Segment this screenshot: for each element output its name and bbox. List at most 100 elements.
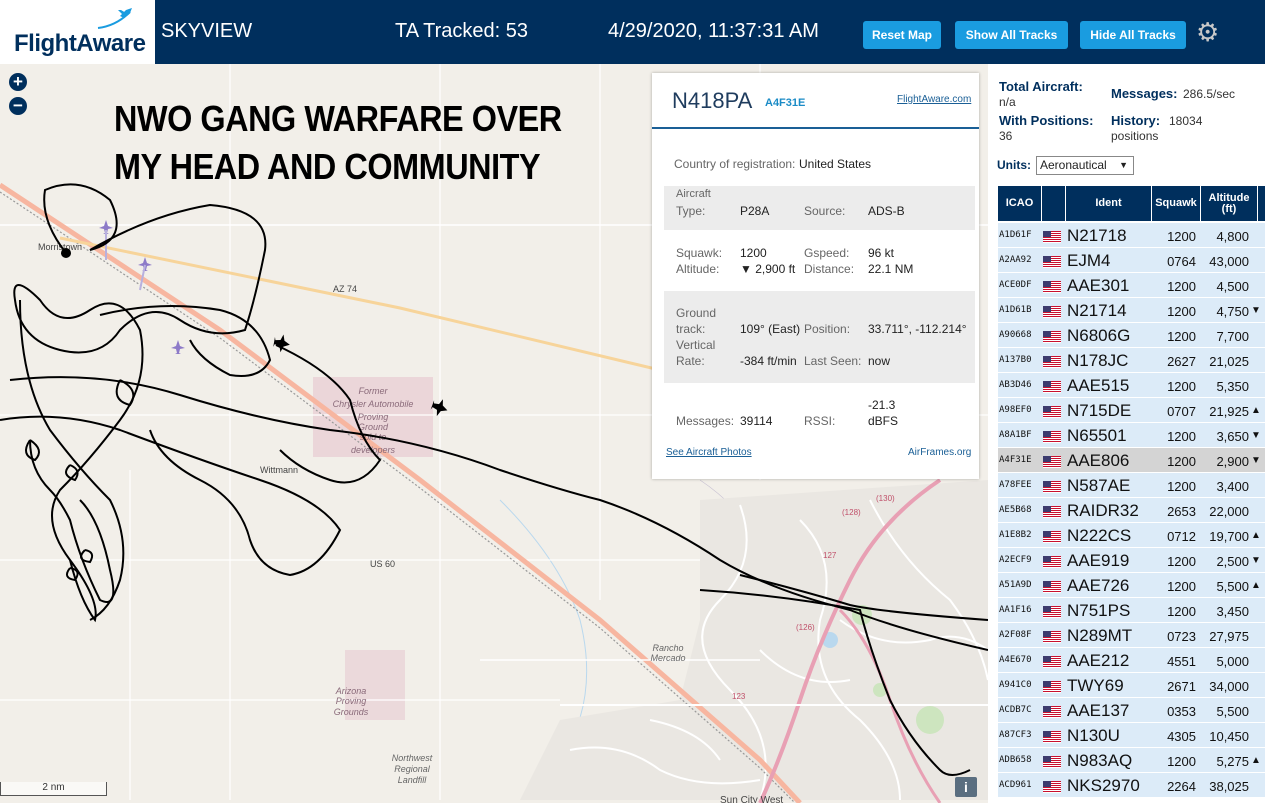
row-icao: ACD961 [999,780,1032,790]
airframes-link[interactable]: AirFrames.org [908,447,971,458]
svg-text:Former: Former [359,386,389,396]
row-icao: A8A1BF [999,430,1032,440]
row-squawk: 4551 [1167,654,1196,669]
history-label: History: [1111,113,1161,128]
col-icao[interactable]: ICAO [998,186,1042,221]
altitude-trend-icon: ▼ [1251,305,1261,316]
table-row[interactable]: ACD961 NKS2970 2264 38,025 [998,773,1265,798]
position-value: 33.711°, -112.214° [868,322,967,336]
svg-text:Ground: Ground [358,422,389,432]
table-row[interactable]: AA1F16 N751PS 1200 3,450 [998,598,1265,623]
row-ident: N751PS [1067,601,1131,620]
row-altitude: 3,650 [1216,429,1249,444]
table-row[interactable]: A4F31E AAE806 1200 2,900 ▼ [998,448,1265,473]
table-row[interactable]: A2AA92 EJM4 0764 43,000 [998,248,1265,273]
us-flag-icon [1043,630,1061,643]
units-select[interactable]: Aeronautical ▼ [1036,156,1134,175]
table-row[interactable]: ADB658 N983AQ 1200 5,275 ▲ [998,748,1265,773]
row-icao: A4E670 [999,655,1032,665]
table-row[interactable]: A1E8B2 N222CS 0712 19,700 ▲ [998,523,1265,548]
table-row[interactable]: A87CF3 N130U 4305 10,450 [998,723,1265,748]
col-ident[interactable]: Ident [1066,186,1152,221]
table-row[interactable]: A4E670 AAE212 4551 5,000 [998,648,1265,673]
history-value: 18034 [1169,114,1203,128]
section-track: Ground track: 109° (East) Position: 33.7… [664,291,975,383]
table-row[interactable]: A78FEE N587AE 1200 3,400 [998,473,1265,498]
us-flag-icon [1043,280,1061,293]
table-row[interactable]: AE5B68 RAIDR32 2653 22,000 [998,498,1265,523]
label-road-126: (126) [796,623,815,632]
row-icao: A90668 [999,330,1032,340]
row-altitude: 21,925 [1209,404,1249,419]
svg-text:Arizona: Arizona [335,686,367,696]
table-row[interactable]: ACDB7C AAE137 0353 5,500 [998,698,1265,723]
reset-map-button[interactable]: Reset Map [863,21,941,49]
table-row[interactable]: A2ECF9 AAE919 1200 2,500 ▼ [998,548,1265,573]
messages-rate-value: 286.5/sec [1183,87,1236,101]
col-flag[interactable] [1042,186,1066,221]
units-label: Units: [997,158,1031,172]
altitude-trend-icon: ▲ [1251,755,1261,766]
us-flag-icon [1043,230,1061,243]
col-altitude[interactable]: Altitude (ft) [1201,186,1258,221]
hide-all-tracks-button[interactable]: Hide All Tracks [1080,21,1186,49]
zoom-out-button[interactable]: − [9,97,27,115]
us-flag-icon [1043,405,1061,418]
us-flag-icon [1043,580,1061,593]
popup-icao: A4F31E [765,97,806,109]
row-altitude: 27,975 [1209,629,1249,644]
overlay-line-2: MY HEAD AND COMMUNITY [114,146,541,187]
origin-point [61,248,71,258]
row-altitude: 5,275 [1216,754,1249,769]
country-value: United States [799,157,872,171]
label-us60: US 60 [370,559,395,569]
table-row[interactable]: A2F08F N289MT 0723 27,975 [998,623,1265,648]
row-squawk: 2264 [1167,779,1196,794]
row-altitude: 21,025 [1209,354,1249,369]
table-row[interactable]: A8A1BF N65501 1200 3,650 ▼ [998,423,1265,448]
svg-text:Landfill: Landfill [398,775,428,785]
row-squawk: 0712 [1167,529,1196,544]
aircraft-list-panel: Total Aircraft: n/a Messages: 286.5/sec … [988,64,1265,803]
us-flag-icon [1043,530,1061,543]
table-row[interactable]: A941C0 TWY69 2671 34,000 [998,673,1265,698]
row-altitude: 4,500 [1216,279,1249,294]
table-row[interactable]: A137B0 N178JC 2627 21,025 [998,348,1265,373]
aircraft-info-popup: N418PA A4F31E FlightAware.com Country of… [652,73,979,479]
row-icao: A4F31E [999,455,1032,465]
flightaware-link[interactable]: FlightAware.com [897,94,971,105]
aircraft-type-value: P28A [740,204,770,218]
aircraft-photos-link[interactable]: See Aircraft Photos [666,447,752,458]
country-label: Country of registration: [674,157,796,171]
row-ident: N6806G [1067,326,1131,345]
label-road-127: 127 [823,551,837,560]
map-info-icon[interactable]: i [955,777,977,797]
table-row[interactable]: AB3D46 AAE515 1200 5,350 [998,373,1265,398]
total-aircraft-value: n/a [999,95,1016,109]
with-positions-value: 36 [999,129,1013,143]
flightaware-logo[interactable]: FlightAware [0,0,155,64]
settings-gear-icon[interactable]: ⚙ [1196,19,1219,45]
row-ident: AAE212 [1067,651,1130,670]
messages-value: 39114 [740,414,773,428]
total-aircraft-label: Total Aircraft: [999,79,1083,94]
svg-text:Chrysler Automobile: Chrysler Automobile [333,399,414,409]
zoom-in-button[interactable]: + [9,73,27,91]
us-flag-icon [1043,255,1061,268]
table-row[interactable]: A1D61F N21718 1200 4,800 [998,223,1265,248]
table-row[interactable]: ACE0DF AAE301 1200 4,500 [998,273,1265,298]
row-squawk: 1200 [1167,454,1196,469]
us-flag-icon [1043,330,1061,343]
table-row[interactable]: A1D61B N21714 1200 4,750 ▼ [998,298,1265,323]
table-row[interactable]: A90668 N6806G 1200 7,700 [998,323,1265,348]
table-row[interactable]: A51A9D AAE726 1200 5,500 ▲ [998,573,1265,598]
row-ident: N21718 [1067,226,1127,245]
altitude-trend-icon: ▲ [1251,580,1261,591]
row-squawk: 0764 [1167,254,1196,269]
app-title: SKYVIEW [161,20,253,42]
tracked-count: TA Tracked: 53 [395,20,529,42]
show-all-tracks-button[interactable]: Show All Tracks [955,21,1068,49]
col-squawk[interactable]: Squawk [1152,186,1201,221]
table-row[interactable]: A98EF0 N715DE 0707 21,925 ▲ [998,398,1265,423]
us-flag-icon [1043,655,1061,668]
